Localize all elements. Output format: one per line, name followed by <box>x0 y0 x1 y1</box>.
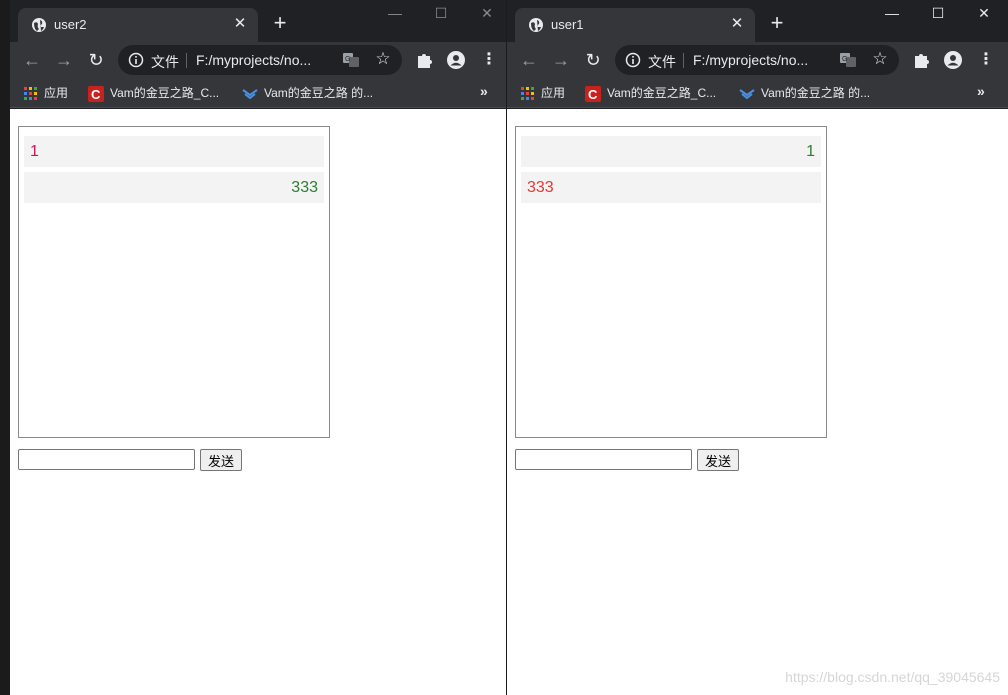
back-arrow-icon[interactable]: ← <box>20 48 44 72</box>
forward-arrow-icon[interactable]: → <box>549 48 573 72</box>
toolbar: ← → ↻ 文件 F:/myprojects/no... G ☆ ⋮ <box>507 42 1008 78</box>
message-item: 1 <box>521 136 821 167</box>
minimize-icon[interactable]: — <box>372 0 418 28</box>
star-icon[interactable]: ☆ <box>870 49 890 69</box>
tab-title: user1 <box>551 17 584 32</box>
apps-grid-icon <box>24 86 37 100</box>
bookmark-label: Vam的金豆之路 的... <box>264 86 374 100</box>
message-item: 1 <box>24 136 324 167</box>
message-input[interactable] <box>515 449 692 470</box>
svg-text:G: G <box>345 56 350 63</box>
toolbar: ← → ↻ 文件 F:/myprojects/no... G ☆ ⋮ <box>10 42 506 78</box>
tab-user2[interactable]: user2 ✕ <box>18 8 258 42</box>
svg-text:C: C <box>91 87 101 102</box>
plus-icon[interactable]: + <box>765 12 789 36</box>
bookmark-label: 应用 <box>44 86 69 100</box>
chat-box: 1 333 <box>515 126 827 438</box>
watermark: https://blog.csdn.net/qq_39045645 <box>785 669 1000 685</box>
send-button[interactable]: 发送 <box>697 449 739 471</box>
svg-text:G: G <box>842 56 847 63</box>
kebab-menu-icon[interactable]: ⋮ <box>978 48 994 72</box>
url-text[interactable]: F:/myprojects/no... <box>196 52 311 68</box>
info-icon <box>128 52 144 68</box>
browser-window-user2: user2 ✕ + — ☐ ✕ ← → ↻ 文件 F:/myprojects/n… <box>10 0 506 695</box>
info-icon <box>625 52 641 68</box>
close-icon[interactable]: ✕ <box>727 14 747 34</box>
browser-window-user1: user1 ✕ + — ☐ ✕ ← → ↻ 文件 F:/myprojects/n… <box>507 0 1008 695</box>
kebab-menu-icon[interactable]: ⋮ <box>481 48 497 72</box>
globe-icon <box>529 18 543 32</box>
double-chevron-icon[interactable]: » <box>480 83 488 99</box>
divider <box>186 53 187 68</box>
address-chip: 文件 <box>648 54 676 70</box>
close-icon[interactable]: ✕ <box>230 14 250 34</box>
translate-icon[interactable]: G <box>839 51 857 69</box>
bookmark-label: Vam的金豆之路_C... <box>110 86 220 100</box>
globe-icon <box>32 18 46 32</box>
message-input[interactable] <box>18 449 195 470</box>
bookmark-apps[interactable]: 应用 <box>521 84 565 102</box>
bookmarks-bar: 应用 C Vam的金豆之路_C... Vam的金豆之路 的... » <box>10 78 506 108</box>
url-text[interactable]: F:/myprojects/no... <box>693 52 808 68</box>
page-content: 1 333 发送 <box>10 109 506 695</box>
address-bar[interactable]: 文件 F:/myprojects/no... G ☆ <box>615 45 899 75</box>
profile-icon[interactable] <box>446 50 466 70</box>
bookmark-label: Vam的金豆之路_C... <box>607 86 717 100</box>
reload-icon[interactable]: ↻ <box>84 48 108 72</box>
double-chevron-icon[interactable]: » <box>977 83 985 99</box>
translate-icon[interactable]: G <box>342 51 360 69</box>
address-chip: 文件 <box>151 54 179 70</box>
message-item: 333 <box>24 172 324 203</box>
bookmarks-bar: 应用 C Vam的金豆之路_C... Vam的金豆之路 的... » <box>507 78 1008 108</box>
puzzle-icon[interactable] <box>911 50 931 70</box>
tab-title: user2 <box>54 17 87 32</box>
address-bar[interactable]: 文件 F:/myprojects/no... G ☆ <box>118 45 402 75</box>
message-item: 333 <box>521 172 821 203</box>
forward-arrow-icon[interactable]: → <box>52 48 76 72</box>
chevron-logo-icon <box>739 89 755 100</box>
back-arrow-icon[interactable]: ← <box>517 48 541 72</box>
maximize-icon[interactable]: ☐ <box>418 0 464 28</box>
divider <box>683 53 684 68</box>
send-button[interactable]: 发送 <box>200 449 242 471</box>
bookmark-apps[interactable]: 应用 <box>24 84 68 102</box>
bookmark-1[interactable]: C Vam的金豆之路_C... <box>88 84 219 102</box>
maximize-icon[interactable]: ☐ <box>915 0 961 28</box>
csdn-logo-icon: C <box>585 85 601 102</box>
csdn-logo-icon: C <box>88 85 104 102</box>
window-close-icon[interactable]: ✕ <box>961 0 1007 28</box>
plus-icon[interactable]: + <box>268 12 292 36</box>
tab-strip: user1 ✕ + — ☐ ✕ <box>507 0 1008 42</box>
reload-icon[interactable]: ↻ <box>581 48 605 72</box>
profile-icon[interactable] <box>943 50 963 70</box>
svg-text:C: C <box>588 87 598 102</box>
star-icon[interactable]: ☆ <box>373 49 393 69</box>
bookmark-1[interactable]: C Vam的金豆之路_C... <box>585 84 716 102</box>
bookmark-label: Vam的金豆之路 的... <box>761 86 871 100</box>
window-close-icon[interactable]: ✕ <box>464 0 506 28</box>
page-content: 1 333 发送 https://blog.csdn.net/qq_390456… <box>507 109 1008 695</box>
tab-user1[interactable]: user1 ✕ <box>515 8 755 42</box>
bookmark-2[interactable]: Vam的金豆之路 的... <box>739 84 870 102</box>
minimize-icon[interactable]: — <box>869 0 915 28</box>
puzzle-icon[interactable] <box>414 50 434 70</box>
bookmark-label: 应用 <box>541 86 566 100</box>
chevron-logo-icon <box>242 89 258 100</box>
chat-box: 1 333 <box>18 126 330 438</box>
bookmark-2[interactable]: Vam的金豆之路 的... <box>242 84 373 102</box>
tab-strip: user2 ✕ + — ☐ ✕ <box>10 0 506 42</box>
apps-grid-icon <box>521 86 534 100</box>
